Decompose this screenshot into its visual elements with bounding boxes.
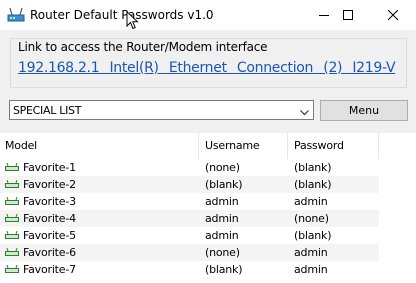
cell-password: (blank) bbox=[294, 178, 332, 191]
cell-username: (none) bbox=[205, 161, 240, 174]
cell-model: Favorite-2 bbox=[23, 178, 76, 191]
cell-password: (blank) bbox=[294, 161, 332, 174]
cell-username: admin bbox=[205, 212, 239, 225]
mouse-cursor-icon bbox=[126, 10, 140, 31]
cell-username: admin bbox=[205, 229, 239, 242]
cell-model: Favorite-6 bbox=[23, 246, 76, 259]
router-icon bbox=[5, 213, 19, 226]
cell-username: (blank) bbox=[205, 263, 243, 276]
cell-model: Favorite-5 bbox=[23, 229, 76, 242]
router-icon bbox=[5, 264, 19, 277]
interface-group-label: Link to access the Router/Modem interfac… bbox=[18, 40, 268, 54]
table-row[interactable]: Favorite-5 admin (blank) bbox=[0, 227, 379, 244]
cell-password: admin bbox=[294, 195, 328, 208]
window-title: Router Default Passwords v1.0 bbox=[30, 8, 214, 22]
cell-username: (none) bbox=[205, 246, 240, 259]
cell-password: admin bbox=[294, 263, 328, 276]
chevron-down-icon bbox=[300, 107, 309, 119]
table-row[interactable]: Favorite-3 admin admin bbox=[0, 193, 379, 210]
cell-model: Favorite-7 bbox=[23, 263, 76, 276]
table-row[interactable]: Favorite-7 (blank) admin bbox=[0, 261, 379, 278]
cell-username: admin bbox=[205, 195, 239, 208]
network-router-icon bbox=[7, 6, 25, 24]
password-list[interactable]: Model Username Password Favorite-1 (none… bbox=[0, 133, 416, 283]
router-interface-link[interactable]: 192.168.2.1 Intel(R) Ethernet Connection… bbox=[18, 60, 396, 76]
close-button[interactable] bbox=[370, 0, 416, 30]
list-header: Model Username Password bbox=[0, 133, 379, 159]
cell-username: (blank) bbox=[205, 178, 243, 191]
router-icon bbox=[5, 196, 19, 209]
router-icon bbox=[5, 247, 19, 260]
column-divider[interactable] bbox=[198, 133, 199, 159]
router-icon bbox=[5, 162, 19, 175]
cell-password: admin bbox=[294, 246, 328, 259]
cell-password: (blank) bbox=[294, 229, 332, 242]
list-select[interactable]: SPECIAL LIST bbox=[9, 100, 314, 120]
maximize-button[interactable] bbox=[325, 0, 371, 30]
column-header-username[interactable]: Username bbox=[205, 139, 260, 153]
table-row[interactable]: Favorite-6 (none) admin bbox=[0, 244, 379, 261]
column-header-model[interactable]: Model bbox=[5, 139, 37, 153]
table-row[interactable]: Favorite-4 admin (none) bbox=[0, 210, 379, 227]
router-icon bbox=[5, 179, 19, 192]
router-icon bbox=[5, 230, 19, 243]
column-divider[interactable] bbox=[378, 133, 379, 159]
list-select-value: SPECIAL LIST bbox=[13, 104, 82, 117]
cell-model: Favorite-3 bbox=[23, 195, 76, 208]
cell-password: (none) bbox=[294, 212, 329, 225]
column-header-password[interactable]: Password bbox=[294, 139, 344, 153]
column-divider[interactable] bbox=[287, 133, 288, 159]
title-bar[interactable]: Router Default Passwords v1.0 bbox=[0, 0, 416, 30]
cell-model: Favorite-4 bbox=[23, 212, 76, 225]
menu-button[interactable]: Menu bbox=[320, 100, 408, 121]
table-row[interactable]: Favorite-2 (blank) (blank) bbox=[0, 176, 379, 193]
cell-model: Favorite-1 bbox=[23, 161, 76, 174]
table-row[interactable]: Favorite-1 (none) (blank) bbox=[0, 159, 379, 176]
